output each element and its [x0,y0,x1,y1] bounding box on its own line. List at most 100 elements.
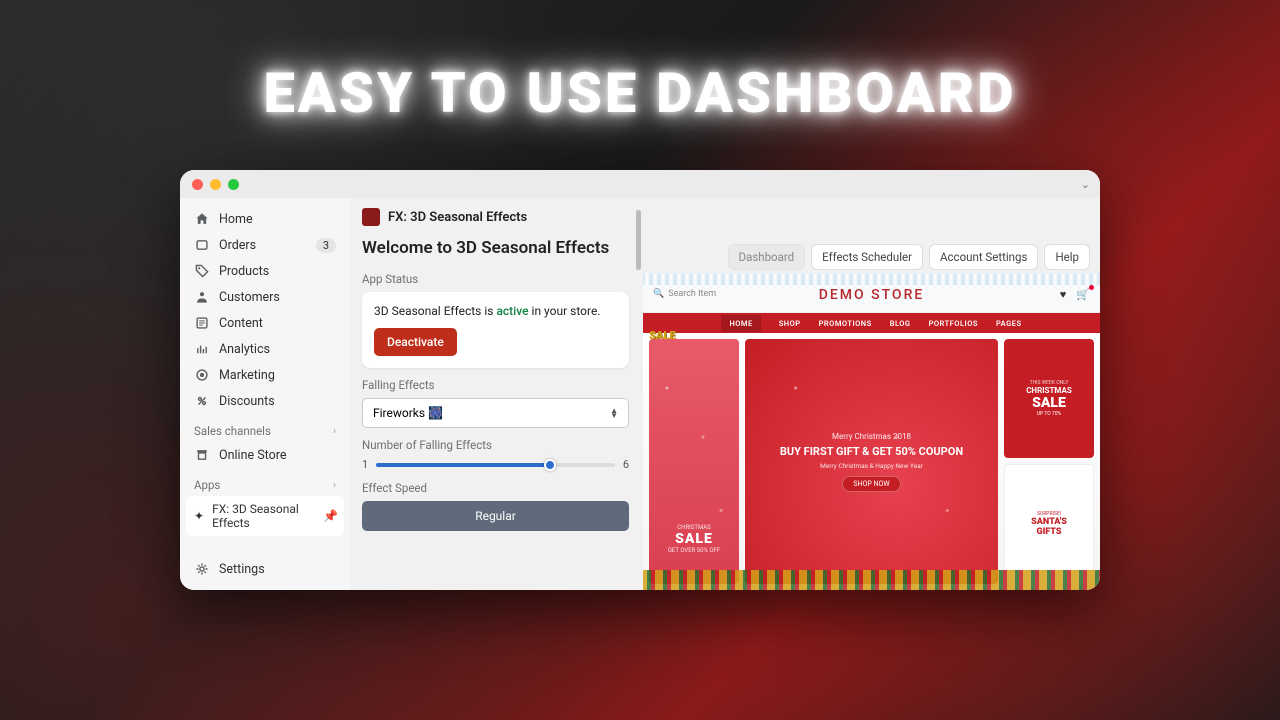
hero-title: EASY TO USE DASHBOARD [0,60,1280,126]
maximize-icon[interactable] [228,179,239,190]
orders-icon [194,237,210,253]
sidebar-item-label: Products [219,264,269,279]
left-christmas: CHRISTMAS [649,524,739,531]
sidebar-item-label: Home [219,212,253,227]
preview-center-panel: Merry Christmas 2018 BUY FIRST GIFT & GE… [745,339,998,584]
deactivate-button[interactable]: Deactivate [374,328,457,356]
sidebar-item-label: Orders [219,238,256,253]
sidebar-item-app-fx[interactable]: ✦ FX: 3D Seasonal Effects 📌 [186,496,344,536]
sidebar-item-content[interactable]: Content [186,310,344,336]
window-titlebar: ⌄ [180,170,1100,198]
close-icon[interactable] [192,179,203,190]
nav-home[interactable]: HOME [721,315,760,332]
slider-thumb[interactable] [544,459,556,471]
status-text: 3D Seasonal Effects is active in your st… [374,304,617,318]
speed-button[interactable]: Regular [362,501,629,531]
nav-promotions[interactable]: PROMOTIONS [819,319,872,328]
r2-t2: SANTA'S [1031,517,1067,527]
marketing-icon [194,367,210,383]
sidebar-item-label: Discounts [219,394,275,409]
main-area: FX: 3D Seasonal Effects Welcome to 3D Se… [350,198,1100,590]
app-name: FX: 3D Seasonal Effects [388,210,527,225]
r1-t1: THIS WEEK ONLY [1030,380,1069,386]
controls-panel: FX: 3D Seasonal Effects Welcome to 3D Se… [350,198,643,590]
left-sub: GET OVER 50% OFF [649,547,739,554]
fx-app-icon: ✦ [194,509,204,523]
r1-t3: SALE [1032,395,1066,411]
discount-icon [194,393,210,409]
slider-min: 1 [362,458,368,471]
pin-icon[interactable]: 📌 [323,509,338,523]
section-label-text: Apps [194,478,220,492]
sidebar-item-discounts[interactable]: Discounts [186,388,344,414]
speed-label: Effect Speed [362,481,629,495]
scrollbar[interactable] [636,210,641,270]
sidebar-item-products[interactable]: Products [186,258,344,284]
tabs-bar: Dashboard Effects Scheduler Account Sett… [728,244,1090,270]
orders-badge: 3 [316,238,336,253]
sidebar-item-home[interactable]: Home [186,206,344,232]
count-slider-row: 1 6 [362,458,629,471]
nav-shop[interactable]: SHOP [779,319,801,328]
r2-t3: GIFTS [1036,527,1061,537]
home-icon [194,211,210,227]
store-icon [194,447,210,463]
preview-right-panel: THIS WEEK ONLY CHRISTMAS SALE UP TO 70% … [1004,339,1094,584]
store-name: DEMO STORE [643,287,1100,303]
user-icon [194,289,210,305]
center-line3: Merry Christmas & Happy New Year [820,462,923,470]
status-prefix: 3D Seasonal Effects is [374,304,496,318]
chevron-right-icon[interactable]: › [333,426,336,437]
tab-effects-scheduler[interactable]: Effects Scheduler [811,244,923,270]
minimize-icon[interactable] [210,179,221,190]
tab-dashboard[interactable]: Dashboard [728,244,806,270]
preview-header: 🔍 Search Item DEMO STORE ♥ 🛒 [643,273,1100,313]
preview-left-panel: CHRISTMAS SALE GET OVER 50% OFF [649,339,739,584]
cart-icon[interactable]: 🛒 [1076,288,1090,301]
chevron-right-icon[interactable]: › [333,480,336,491]
falling-effects-label: Falling Effects [362,378,629,392]
right-santa-card: SURPRISE! SANTA'S GIFTS [1004,464,1094,585]
main-right: Dashboard Effects Scheduler Account Sett… [643,198,1100,590]
status-active-word: active [496,304,528,318]
sidebar-item-settings[interactable]: Settings [186,556,344,582]
sidebar-item-label: Content [219,316,263,331]
app-status-label: App Status [362,272,629,286]
left-sale: SALE [649,531,739,547]
sidebar-item-marketing[interactable]: Marketing [186,362,344,388]
r1-t2: CHRISTMAS [1026,386,1072,395]
section-apps: Apps › [186,468,344,496]
sidebar-item-label: Marketing [219,368,275,383]
app-logo-icon [362,208,380,226]
tab-account-settings[interactable]: Account Settings [929,244,1038,270]
sidebar: Home Orders 3 Products Customers Content [180,198,350,590]
sidebar-item-customers[interactable]: Customers [186,284,344,310]
select-arrows-icon: ▲▼ [610,408,618,418]
sidebar-item-label: Settings [219,562,265,577]
tag-icon [194,263,210,279]
count-label: Number of Falling Effects [362,438,629,452]
gear-icon [194,561,210,577]
heart-icon[interactable]: ♥ [1060,288,1067,301]
nav-pages[interactable]: PAGES [996,319,1022,328]
status-suffix: in your store. [529,304,601,318]
slider-max: 6 [623,458,629,471]
chevron-down-icon[interactable]: ⌄ [1081,178,1090,191]
select-value: Fireworks 🎆 [373,406,443,420]
sidebar-item-label: FX: 3D Seasonal Effects [212,502,336,530]
falling-effects-select[interactable]: Fireworks 🎆 ▲▼ [362,398,629,428]
app-window: ⌄ Home Orders 3 Products Customers [180,170,1100,590]
analytics-icon [194,341,210,357]
preview-body: SALE CHRISTMAS SALE GET OVER 50% OFF Me [643,333,1100,590]
sidebar-item-online-store[interactable]: Online Store [186,442,344,468]
nav-blog[interactable]: BLOG [890,319,911,328]
tab-help[interactable]: Help [1044,244,1090,270]
count-slider[interactable] [376,463,615,467]
store-preview: 🔍 Search Item DEMO STORE ♥ 🛒 HOME SHOP P… [643,273,1100,590]
page-title: Welcome to 3D Seasonal Effects [362,238,629,258]
nav-portfolios[interactable]: PORTFOLIOS [929,319,978,328]
sidebar-item-label: Customers [219,290,280,305]
sidebar-item-analytics[interactable]: Analytics [186,336,344,362]
sidebar-item-orders[interactable]: Orders 3 [186,232,344,258]
icicles-decoration [643,273,1100,285]
